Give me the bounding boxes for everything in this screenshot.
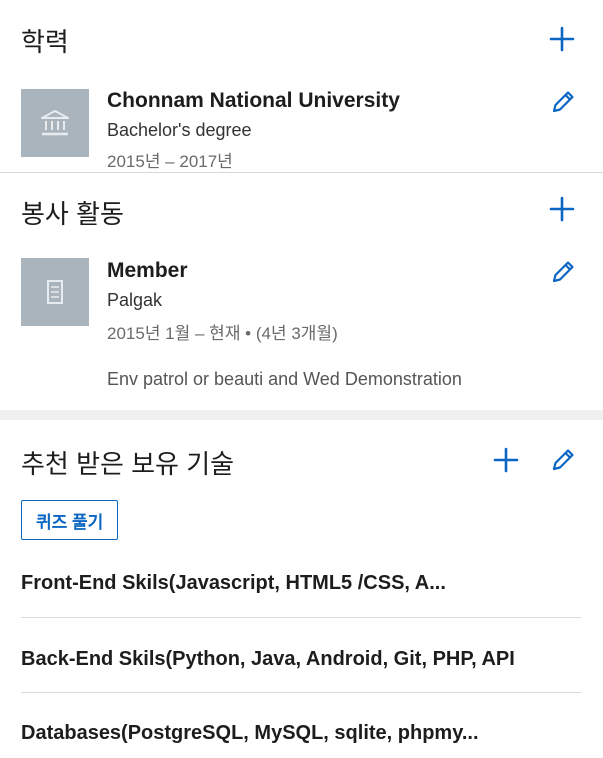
plus-icon: [549, 196, 575, 222]
pencil-icon: [552, 261, 574, 283]
school-name[interactable]: Chonnam National University: [107, 89, 400, 113]
add-education-button[interactable]: [546, 23, 578, 55]
take-quiz-button[interactable]: 퀴즈 풀기: [21, 500, 119, 540]
edit-education-button[interactable]: [547, 86, 579, 118]
institution-icon: [41, 110, 69, 136]
pencil-icon: [552, 91, 574, 113]
edit-skills-button[interactable]: [547, 444, 579, 476]
skill-divider: [21, 617, 581, 618]
skill-item[interactable]: Back-End Skils(Python, Java, Android, Gi…: [21, 648, 515, 671]
add-volunteer-button[interactable]: [546, 193, 578, 225]
plus-icon: [549, 26, 575, 52]
education-title: 학력: [21, 27, 69, 57]
skill-divider: [21, 692, 581, 693]
section-gap: [0, 410, 603, 420]
plus-icon: [493, 447, 519, 473]
education-section: 학력 Chonnam National University Bachelor'…: [0, 0, 603, 172]
volunteer-section: 봉사 활동 Member Palgak 2015년 1월 – 현재 • (4년 …: [0, 173, 603, 410]
education-dates: 2015년 – 2017년: [107, 152, 233, 171]
skill-item[interactable]: Front-End Skils(Javascript, HTML5 /CSS, …: [21, 572, 446, 595]
building-icon: [47, 280, 63, 304]
degree-text: Bachelor's degree: [107, 120, 252, 140]
volunteer-description: Env patrol or beauti and Wed Demonstrati…: [107, 369, 462, 389]
volunteer-org: Palgak: [107, 290, 163, 310]
add-skill-button[interactable]: [490, 444, 522, 476]
edit-volunteer-button[interactable]: [547, 256, 579, 288]
volunteer-dates: 2015년 1월 – 현재 • (4년 3개월): [107, 324, 338, 343]
skills-title: 추천 받은 보유 기술: [21, 449, 235, 479]
skill-item[interactable]: Databases(PostgreSQL, MySQL, sqlite, php…: [21, 722, 479, 745]
pencil-icon: [552, 449, 574, 471]
volunteer-role[interactable]: Member: [107, 259, 188, 283]
volunteer-title: 봉사 활동: [21, 199, 124, 229]
org-logo[interactable]: [21, 258, 89, 326]
school-logo[interactable]: [21, 89, 89, 157]
